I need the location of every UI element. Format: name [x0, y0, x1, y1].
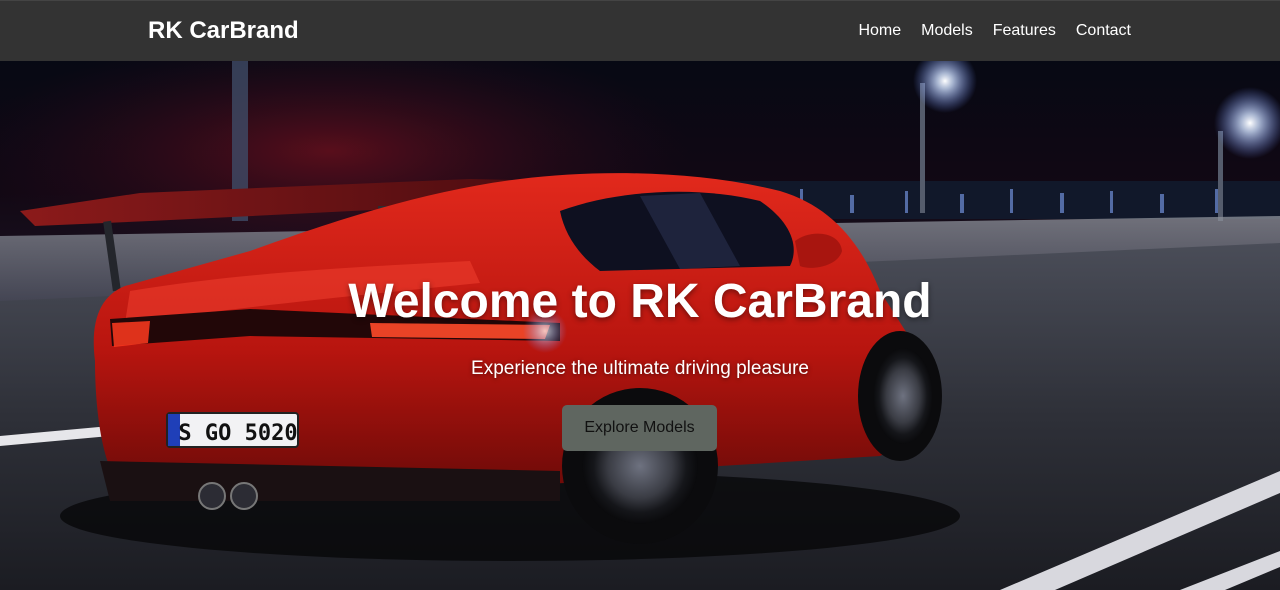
brand-logo[interactable]: RK CarBrand [148, 16, 299, 46]
hero-section: S GO 5020 Welcome to RK CarBrand Experie… [0, 61, 1280, 590]
navbar: RK CarBrand Home Models Features Contact [0, 0, 1280, 61]
nav-link-home[interactable]: Home [858, 21, 901, 41]
nav-link-features[interactable]: Features [993, 21, 1056, 41]
hero-title: Welcome to RK CarBrand [348, 275, 932, 328]
hero-subtitle: Experience the ultimate driving pleasure [471, 358, 809, 379]
nav-links: Home Models Features Contact [858, 21, 1131, 41]
nav-link-models[interactable]: Models [921, 21, 973, 41]
hero-content: Welcome to RK CarBrand Experience the ul… [0, 61, 1280, 590]
nav-link-contact[interactable]: Contact [1076, 21, 1131, 41]
explore-models-button[interactable]: Explore Models [562, 405, 717, 451]
